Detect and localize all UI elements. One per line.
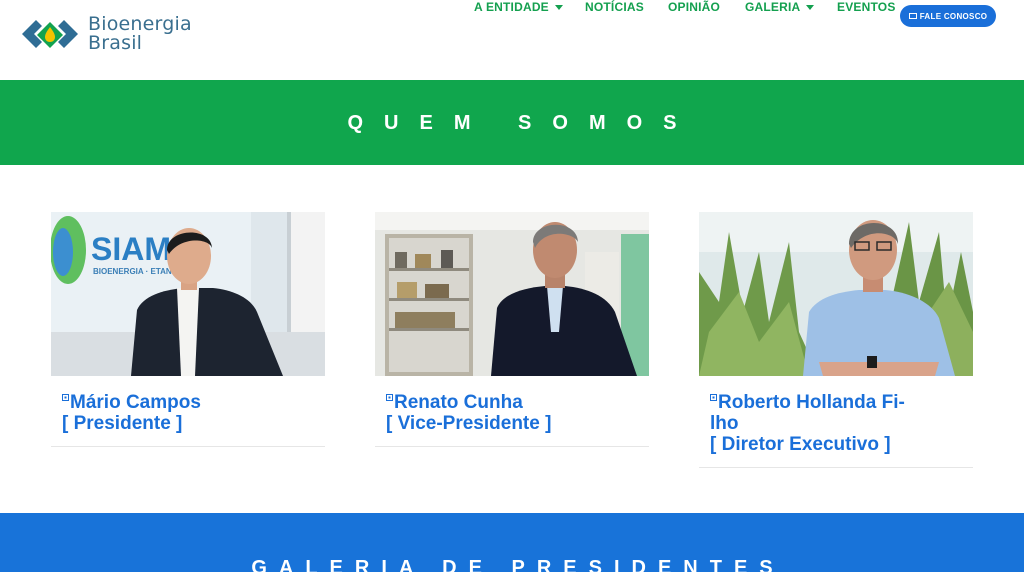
member-info: Roberto Hollanda Fi- lho [ Diretor Execu… xyxy=(699,376,973,455)
link-bullet-icon xyxy=(386,394,393,401)
site-header: Bioenergia Brasil A ENTIDADE NOTÍCIAS OP… xyxy=(0,0,1024,80)
gallery-section: GALERIA DE PRESIDENTES xyxy=(0,513,1024,572)
team-card: Roberto Hollanda Fi- lho [ Diretor Execu… xyxy=(699,212,973,455)
member-name[interactable]: Renato Cunha xyxy=(386,392,638,413)
photo-roberto-hollanda xyxy=(699,212,973,376)
nav-item-eventos[interactable]: EVENTOS xyxy=(837,0,896,14)
card-divider xyxy=(699,467,973,468)
member-name-text: Roberto Hollanda Fi- xyxy=(718,392,905,413)
nav-item-label: OPINIÃO xyxy=(668,0,721,14)
bioenergia-logo-icon xyxy=(22,20,78,48)
nav-item-label: A ENTIDADE xyxy=(474,0,549,14)
page-title: QUEM SOMOS xyxy=(347,112,698,134)
card-divider xyxy=(51,446,325,447)
member-role: [ Vice-Presidente ] xyxy=(386,413,552,434)
link-bullet-icon xyxy=(710,394,717,401)
nav-item-galeria[interactable]: GALERIA xyxy=(745,0,815,14)
member-photo: SIAMI BIOENERGIA · ETANOL · xyxy=(51,212,325,376)
nav-item-opiniao[interactable]: OPINIÃO xyxy=(668,0,720,14)
member-name[interactable]: Mário Campos xyxy=(62,392,314,413)
nav-item-label: EVENTOS xyxy=(837,0,896,14)
brand-name-line2: Brasil xyxy=(88,32,143,54)
brand-logo[interactable]: Bioenergia Brasil xyxy=(20,14,192,54)
contact-button-label: FALE CONOSCO xyxy=(919,11,988,21)
photo-mario-campos: SIAMI BIOENERGIA · ETANOL · xyxy=(51,212,325,376)
member-name-text: Mário Campos xyxy=(70,392,201,413)
member-name-text: Renato Cunha xyxy=(394,392,523,413)
caret-down-icon xyxy=(806,5,815,11)
team-card: SIAMI BIOENERGIA · ETANOL · Mário Campos… xyxy=(51,212,325,434)
member-info: Renato Cunha [ Vice-Presidente ] xyxy=(375,376,649,434)
link-bullet-icon xyxy=(62,394,69,401)
nav-item-label: GALERIA xyxy=(745,0,801,14)
photo-sign-text: SIAMI xyxy=(91,231,180,267)
nav-item-label: NOTÍCIAS xyxy=(585,0,644,14)
nav-item-noticias[interactable]: NOTÍCIAS xyxy=(585,0,644,14)
photo-renato-cunha xyxy=(375,212,649,376)
mail-icon xyxy=(908,13,917,19)
gallery-title: GALERIA DE PRESIDENTES xyxy=(251,557,785,572)
member-role: [ Presidente ] xyxy=(62,413,183,434)
member-photo xyxy=(375,212,649,376)
member-role: [ Diretor Executivo ] xyxy=(710,434,891,455)
nav-item-a-entidade[interactable]: A ENTIDADE xyxy=(474,0,563,14)
caret-down-icon xyxy=(554,5,563,11)
member-name[interactable]: Roberto Hollanda Fi- xyxy=(710,392,962,413)
brand-name: Bioenergia Brasil xyxy=(88,15,192,53)
contact-button[interactable]: FALE CONOSCO xyxy=(900,5,996,27)
member-photo xyxy=(699,212,973,376)
member-info: Mário Campos [ Presidente ] xyxy=(51,376,325,434)
card-divider xyxy=(375,446,649,447)
team-card: Renato Cunha [ Vice-Presidente ] xyxy=(375,212,649,434)
member-name-continued[interactable]: lho xyxy=(710,413,962,434)
